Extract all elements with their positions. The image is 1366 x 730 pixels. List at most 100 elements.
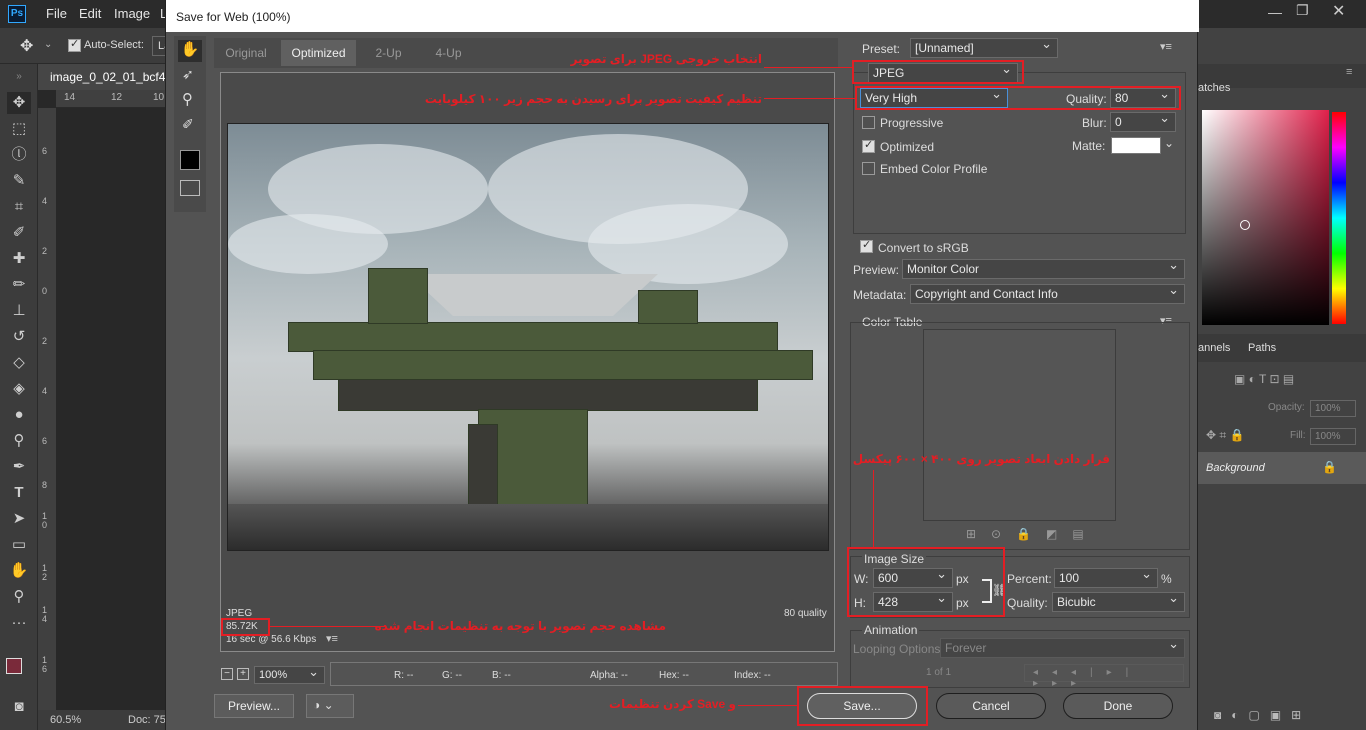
move-tool-icon[interactable]: ✥	[20, 36, 33, 56]
ruler-mark: 2	[42, 246, 48, 256]
ruler-mark: 4	[42, 196, 48, 206]
preset-select[interactable]: [Unnamed]	[910, 36, 1058, 58]
image-filter-icon[interactable]: ▣ ◐ T ⊡ ▤	[1234, 372, 1294, 386]
animation-label: Animation	[862, 623, 920, 637]
document-tab[interactable]: image_0_02_01_bcf418	[38, 64, 168, 90]
layer-actions-icons[interactable]: ◙◐▢▣⊞	[1214, 708, 1311, 722]
browser-select[interactable]: ◑ ⌄	[306, 694, 354, 718]
paths-tab[interactable]: Paths	[1248, 342, 1276, 354]
quick-select-icon[interactable]: ✎	[7, 170, 31, 192]
optimized-preview-image[interactable]	[227, 123, 829, 551]
readout-index: Index: --	[734, 670, 771, 681]
percent-field[interactable]: 100	[1054, 566, 1158, 588]
zoom-icon[interactable]: ⚲	[182, 90, 193, 108]
minimize-icon[interactable]: —	[1268, 4, 1282, 20]
metadata-select[interactable]: Copyright and Contact Info	[910, 282, 1185, 304]
blur-field[interactable]: 0	[1110, 110, 1176, 132]
lock-icon: 🔒	[1322, 460, 1337, 474]
animation-controls[interactable]: ◂◂◂|▸|▸▸▸	[1024, 664, 1184, 689]
color-table-action-icons[interactable]: ⊞⊙🔒◩▤	[966, 527, 1099, 541]
toggle-slices-icon[interactable]	[180, 180, 200, 196]
rectangle-tool-icon[interactable]: ▭	[7, 534, 31, 556]
slice-select-icon[interactable]: ➶	[182, 66, 194, 83]
optimized-checkbox[interactable]	[862, 138, 875, 153]
resample-quality-label: Quality:	[1007, 596, 1048, 610]
zoom-in-button[interactable]: +	[237, 668, 249, 680]
swatches-tab[interactable]: atches	[1198, 82, 1230, 94]
type-tool-icon[interactable]: T	[7, 482, 31, 504]
layer-select[interactable]: La	[152, 36, 166, 56]
path-select-icon[interactable]: ➤	[7, 508, 31, 530]
ruler-mark: 1 4	[42, 605, 48, 624]
info-quality: 80 quality	[784, 608, 827, 619]
zoom-status[interactable]: 60.5%	[50, 714, 81, 726]
ruler-mark: 1 2	[42, 563, 48, 582]
panel-menu-icon[interactable]: ≡	[1346, 66, 1352, 78]
history-brush-icon[interactable]: ↺	[7, 326, 31, 348]
quick-mask-icon[interactable]: ◙	[7, 696, 31, 718]
foreground-color[interactable]	[6, 658, 22, 674]
auto-select-checkbox[interactable]	[68, 37, 81, 52]
progressive-checkbox[interactable]	[862, 116, 875, 129]
matte-swatch[interactable]	[1111, 137, 1161, 154]
stamp-tool-icon[interactable]: ⊥	[7, 300, 31, 322]
eyedropper-icon[interactable]: ✐	[7, 222, 31, 244]
zoom-tool-icon[interactable]: ⚲	[7, 586, 31, 608]
crop-tool-icon[interactable]: ⌗	[7, 196, 31, 218]
eraser-tool-icon[interactable]: ◇	[7, 352, 31, 374]
collapse-icon[interactable]: »	[7, 66, 31, 88]
tab-optimized[interactable]: Optimized	[281, 40, 356, 66]
resample-quality-select[interactable]: Bicubic	[1052, 590, 1185, 612]
eyedropper-icon[interactable]: ✐	[182, 116, 194, 133]
info-menu-icon[interactable]: ▾≡	[326, 632, 338, 645]
menu-file[interactable]: File	[46, 6, 67, 21]
more-tools-icon[interactable]: ···	[7, 612, 31, 634]
embed-color-profile-checkbox[interactable]	[862, 162, 875, 175]
hue-slider[interactable]	[1332, 112, 1346, 324]
move-tool-icon[interactable]: ✥	[7, 92, 31, 114]
paint-bucket-icon[interactable]: ◈	[7, 378, 31, 400]
dialog-title: Save for Web (100%)	[166, 0, 1199, 32]
chevron-down-icon[interactable]: ⌄	[1164, 136, 1174, 150]
fill-field[interactable]: 100%	[1310, 428, 1356, 445]
zoom-out-button[interactable]: −	[221, 668, 233, 680]
preview-in-browser-button[interactable]: Preview...	[214, 694, 294, 718]
opacity-field[interactable]: 100%	[1310, 400, 1356, 417]
color-table-swatches[interactable]	[923, 329, 1116, 521]
blur-tool-icon[interactable]: ●	[7, 404, 31, 426]
close-icon[interactable]: ✕	[1332, 1, 1345, 21]
menu-image[interactable]: Image	[114, 6, 150, 21]
eyedropper-color-swatch[interactable]	[180, 150, 200, 170]
ruler-mark: 0	[42, 286, 48, 296]
marquee-tool-icon[interactable]: ⬚	[7, 118, 31, 140]
tab-original[interactable]: Original	[216, 40, 276, 66]
brush-tool-icon[interactable]: ✏	[7, 274, 31, 296]
layer-row[interactable]: Background 🔒	[1198, 452, 1366, 484]
optimize-menu-icon[interactable]: ▾≡	[1160, 40, 1172, 53]
annotation-box-format	[852, 60, 1024, 84]
done-button[interactable]: Done	[1063, 693, 1173, 719]
restore-icon[interactable]: ❐	[1296, 2, 1309, 19]
hand-tool-icon[interactable]: ✋	[7, 560, 31, 582]
menu-edit[interactable]: Edit	[79, 6, 101, 21]
channels-tab[interactable]: annels	[1198, 342, 1230, 354]
hand-tool-icon[interactable]: ✋	[178, 40, 202, 62]
looping-select[interactable]: Forever	[940, 636, 1185, 658]
looping-label: Looping Options:	[853, 642, 944, 656]
cancel-button[interactable]: Cancel	[936, 693, 1046, 719]
embed-color-profile-label: Embed Color Profile	[880, 162, 988, 176]
chevron-down-icon[interactable]: ⌄	[44, 39, 52, 50]
healing-brush-icon[interactable]: ✚	[7, 248, 31, 270]
color-picker-field[interactable]	[1202, 110, 1329, 325]
lasso-tool-icon[interactable]: ⓛ	[7, 144, 31, 166]
convert-srgb-checkbox[interactable]	[860, 238, 873, 253]
tab-2up[interactable]: 2-Up	[361, 40, 416, 66]
tab-4up[interactable]: 4-Up	[421, 40, 476, 66]
color-picker-cursor[interactable]	[1240, 220, 1250, 230]
zoom-select[interactable]: 100%	[254, 664, 325, 684]
matte-label: Matte:	[1072, 139, 1106, 153]
preview-select[interactable]: Monitor Color	[902, 257, 1185, 279]
lock-icons[interactable]: ✥ ⌗ 🔒	[1206, 428, 1244, 443]
pen-tool-icon[interactable]: ✒	[7, 456, 31, 478]
dodge-tool-icon[interactable]: ⚲	[7, 430, 31, 452]
